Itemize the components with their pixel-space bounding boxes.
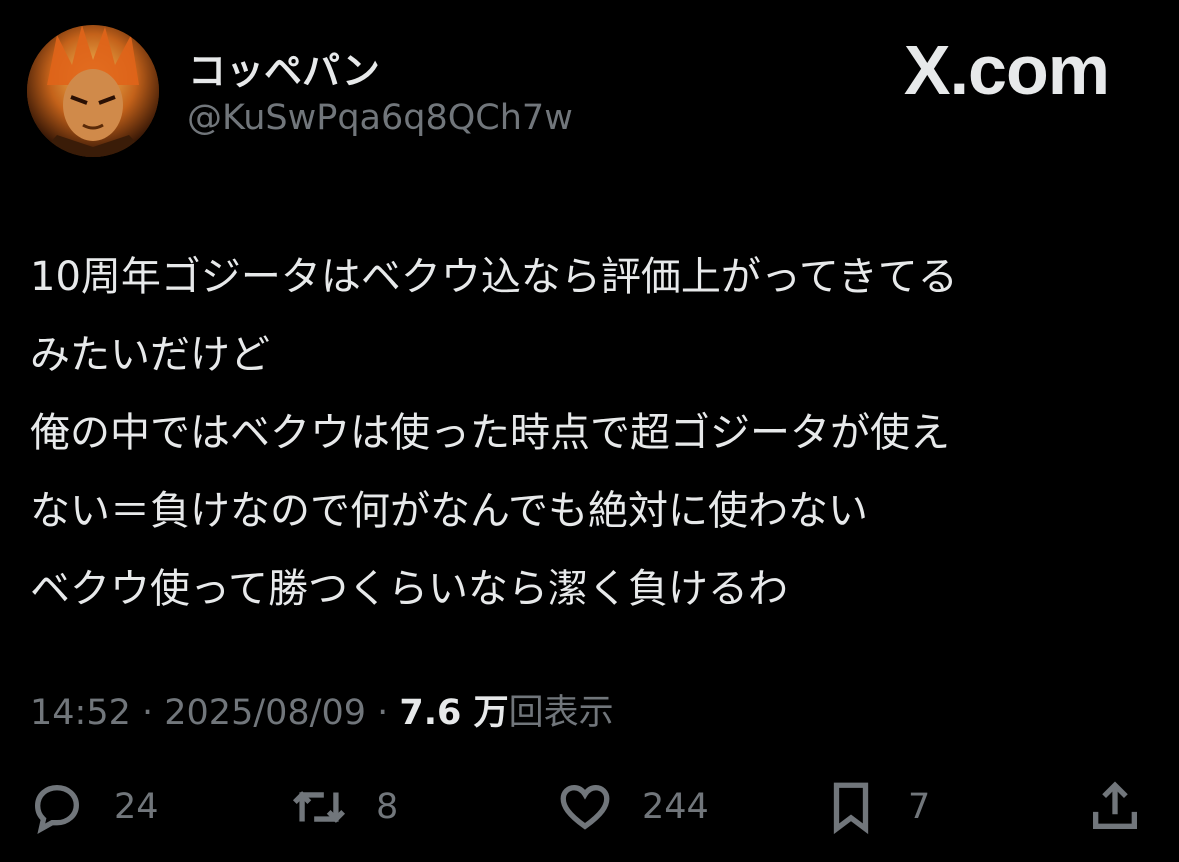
- bookmark-count: 7: [908, 787, 931, 827]
- reply-icon: [35, 785, 79, 834]
- bookmark-button[interactable]: 7: [822, 775, 930, 839]
- action-bar: 24 8 244 7: [0, 775, 1179, 845]
- tweet-line: ない＝負けなので何がなんでも絶対に使わない: [30, 488, 868, 534]
- share-button[interactable]: [1086, 775, 1144, 839]
- heart-icon: [560, 785, 610, 830]
- tweet-line: 俺の中ではベクウは使った時点で超ゴジータが使え: [30, 410, 950, 456]
- tweet-line: 10周年ゴジータはベクウ込なら評価上がってきてる: [30, 254, 958, 300]
- tweet-time[interactable]: 14:52: [30, 693, 131, 733]
- bookmark-icon: [833, 782, 869, 835]
- reply-button[interactable]: 24: [28, 775, 159, 839]
- display-name[interactable]: コッペパン: [188, 40, 380, 95]
- avatar-image: [27, 25, 159, 157]
- separator-dot: ·: [130, 693, 165, 733]
- repost-count: 8: [376, 787, 399, 827]
- user-handle[interactable]: @KuSwPqa6q8QCh7w: [187, 98, 573, 138]
- tweet-date[interactable]: 2025/08/09: [164, 693, 366, 733]
- separator-dot: ·: [366, 693, 400, 733]
- views-label: 回表示: [508, 693, 614, 733]
- tweet-line: ベクウ使って勝つくらいなら潔く負けるわ: [30, 566, 788, 612]
- views-count: 7.6 万: [399, 693, 509, 733]
- like-button[interactable]: 244: [556, 775, 709, 839]
- like-count: 244: [642, 787, 709, 827]
- repost-button[interactable]: 8: [290, 775, 398, 839]
- tweet-text: 10周年ゴジータはベクウ込なら評価上がってきてる みたいだけど 俺の中ではベクウ…: [30, 238, 1160, 628]
- reply-count: 24: [114, 787, 159, 827]
- repost-icon: [292, 791, 346, 823]
- tweet-meta: 14:52 · 2025/08/09 · 7.6 万回表示: [30, 684, 614, 735]
- tweet-line: みたいだけど: [30, 332, 270, 378]
- tweet-screenshot: コッペパン @KuSwPqa6q8QCh7w X.com 10周年ゴジータはベク…: [0, 0, 1179, 862]
- avatar[interactable]: [27, 25, 159, 157]
- share-icon: [1093, 781, 1137, 829]
- x-brand-logo: X.com: [903, 31, 1110, 109]
